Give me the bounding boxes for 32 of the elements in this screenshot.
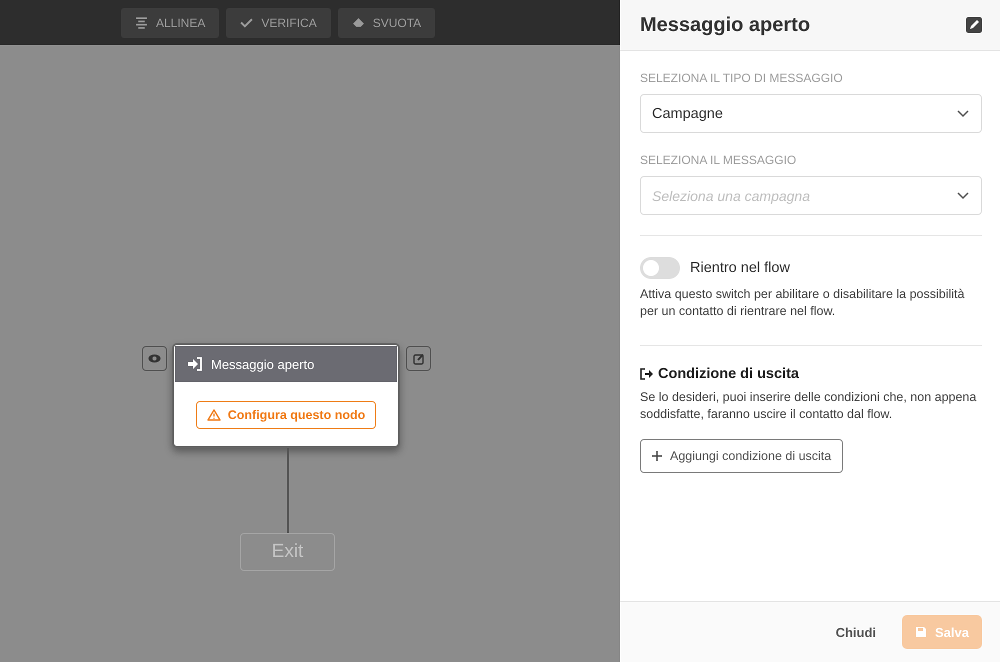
configure-node-button[interactable]: Configura questo nodo — [196, 401, 376, 429]
panel-title: Messaggio aperto — [640, 14, 810, 36]
sign-in-icon — [187, 357, 203, 371]
exit-node: Exit — [240, 533, 335, 571]
sign-out-icon — [640, 368, 654, 380]
select-field[interactable]: Campagne — [640, 94, 982, 133]
node-title: Messaggio aperto — [211, 356, 314, 372]
toolbar-button[interactable]: ALLINEA — [121, 8, 220, 38]
toggle-switch[interactable] — [640, 257, 680, 279]
edit-icon[interactable] — [965, 16, 983, 34]
chevron-down-icon — [957, 110, 969, 118]
section-title: Condizione di uscita — [658, 366, 799, 382]
field-label: SELEZIONA IL TIPO DI MESSAGGIO — [640, 71, 844, 85]
align-icon — [135, 16, 148, 29]
chevron-down-icon — [957, 192, 969, 200]
section-description: Se lo desideri, puoi inserire delle condizioni che, non appena soddisfatte, faranno uscire il contatto dal flow. — [640, 389, 978, 423]
eraser-icon — [352, 16, 365, 29]
edit-icon — [412, 352, 424, 364]
preview-button[interactable] — [142, 346, 167, 371]
plus-icon — [652, 451, 662, 461]
warning-icon — [206, 409, 221, 421]
eye-icon — [148, 354, 161, 363]
toolbar-button[interactable]: VERIFICA — [226, 8, 331, 38]
check-icon — [240, 16, 254, 29]
edit-button[interactable] — [406, 346, 431, 371]
add-condition-button[interactable]: Aggiungi condizione di uscita — [640, 439, 844, 473]
toggle-description: Attiva questo switch per abilitare o disabilitare la possibilità per un contatto di rientrare nel flow. — [640, 286, 966, 320]
toggle-label: Rientro nel flow — [690, 260, 790, 276]
flow-node[interactable]: Messaggio aperto Configura questo nodo — [172, 343, 400, 448]
toolbar-button[interactable]: SVUOTA — [338, 8, 436, 38]
field-label: SELEZIONA IL MESSAGGIO — [640, 153, 798, 167]
close-button[interactable]: Chiudi — [830, 624, 882, 640]
